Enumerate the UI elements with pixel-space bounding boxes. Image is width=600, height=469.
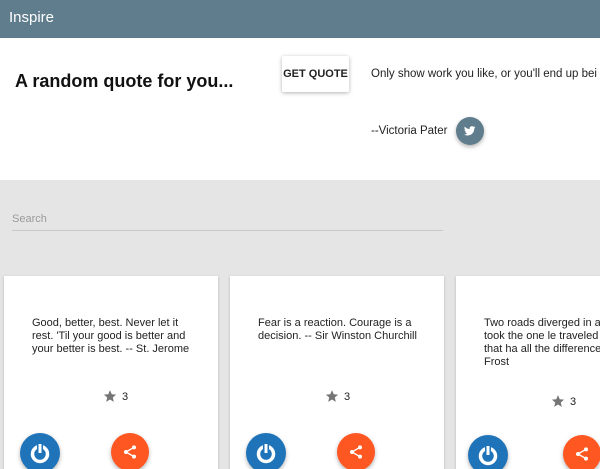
power-icon bbox=[30, 443, 50, 464]
rating[interactable]: 3 bbox=[325, 389, 350, 403]
quote-card-text: Good, better, best. Never let it rest. '… bbox=[32, 317, 190, 355]
star-icon bbox=[551, 395, 565, 407]
twitter-icon bbox=[464, 126, 476, 136]
share-icon bbox=[124, 445, 136, 459]
quote-card-text: Two roads diverged in a and I - I took t… bbox=[484, 317, 600, 368]
quote-hero: A random quote for you... GET QUOTE Only… bbox=[0, 38, 600, 180]
power-button[interactable] bbox=[246, 433, 286, 469]
share-button[interactable] bbox=[337, 433, 375, 469]
star-icon bbox=[325, 390, 339, 402]
power-icon bbox=[478, 445, 498, 466]
random-quote-author: --Victoria Pater bbox=[371, 125, 448, 137]
rating-count: 3 bbox=[122, 391, 129, 403]
quotes-area: Good, better, best. Never let it rest. '… bbox=[0, 180, 600, 469]
rating[interactable]: 3 bbox=[103, 389, 128, 403]
power-button[interactable] bbox=[468, 435, 508, 469]
power-button[interactable] bbox=[20, 433, 60, 469]
tweet-button[interactable] bbox=[456, 117, 484, 145]
quote-card: Fear is a reaction. Courage is a decisio… bbox=[230, 276, 444, 469]
quote-card: Good, better, best. Never let it rest. '… bbox=[4, 276, 218, 469]
share-button[interactable] bbox=[111, 433, 149, 469]
get-quote-button[interactable]: GET QUOTE bbox=[282, 56, 349, 92]
hero-heading: A random quote for you... bbox=[15, 71, 234, 91]
search-input[interactable] bbox=[12, 208, 443, 231]
rating-count: 3 bbox=[344, 391, 351, 403]
quote-card: Two roads diverged in a and I - I took t… bbox=[456, 276, 600, 469]
random-quote-text: Only show work you like, or you'll end u… bbox=[371, 68, 597, 80]
power-icon bbox=[256, 443, 276, 464]
rating-count: 3 bbox=[570, 396, 577, 408]
share-icon bbox=[350, 445, 362, 459]
rating[interactable]: 3 bbox=[551, 394, 576, 408]
share-button[interactable] bbox=[563, 435, 600, 469]
share-icon bbox=[576, 447, 588, 461]
app-bar: Inspire bbox=[0, 0, 600, 38]
quote-card-text: Fear is a reaction. Courage is a decisio… bbox=[258, 317, 417, 342]
app-title: Inspire bbox=[9, 9, 55, 26]
star-icon bbox=[103, 390, 117, 402]
